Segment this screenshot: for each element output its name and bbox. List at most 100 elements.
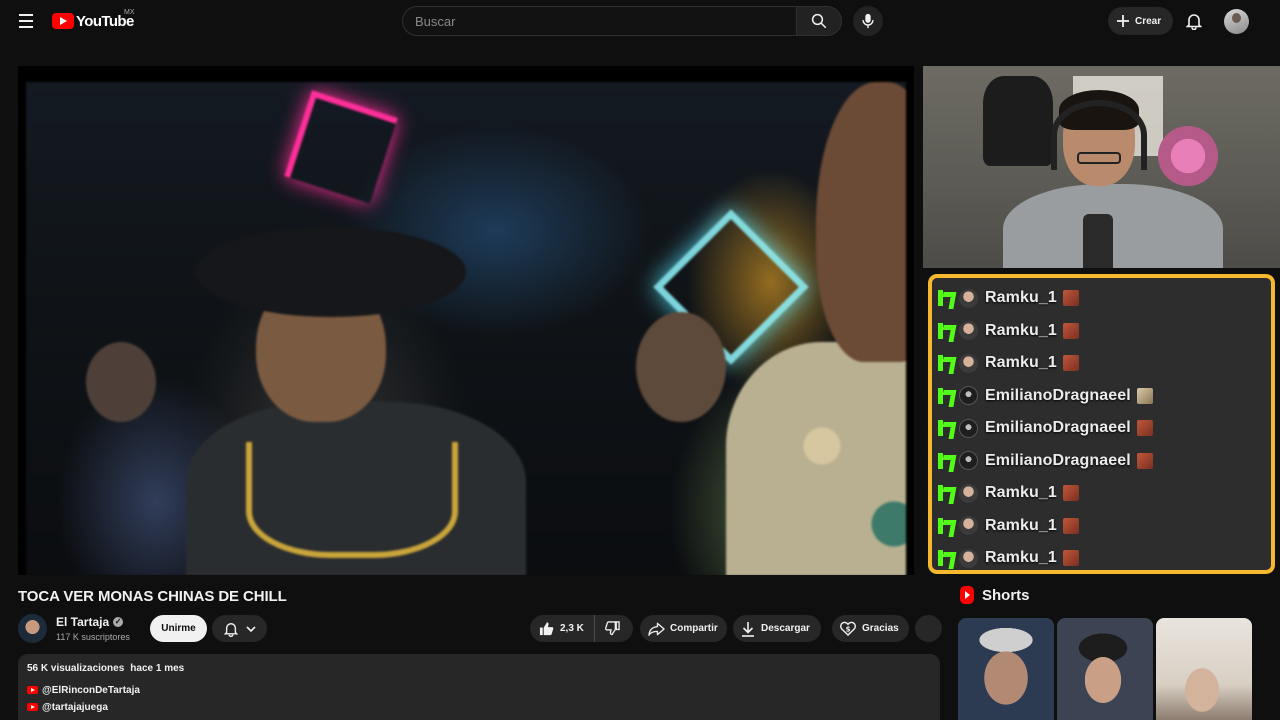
- svg-text:$: $: [846, 626, 851, 634]
- chat-overlay: Ramku_1 Ramku_1 Ramku_1 EmilianoDragnaeel Em…: [928, 274, 1275, 574]
- video-frame: [26, 82, 906, 575]
- kick-icon: [938, 452, 952, 469]
- chat-username: Ramku_1: [985, 484, 1057, 501]
- dislike-button[interactable]: [595, 615, 630, 642]
- thanks-button[interactable]: $ Gracias: [832, 615, 909, 642]
- subscriber-count: 117 K suscriptores: [56, 632, 130, 642]
- thumbs-down-icon: [604, 621, 620, 636]
- view-count: 56 K visualizaciones: [27, 663, 125, 674]
- chat-message: Ramku_1: [938, 544, 1079, 570]
- description-link[interactable]: @tartajajuega: [27, 700, 108, 714]
- pug-emote: [1136, 387, 1153, 404]
- chat-username: EmilianoDragnaeel: [985, 386, 1131, 404]
- red-emote: [1062, 517, 1079, 534]
- kick-icon: [938, 420, 952, 436]
- chat-message: EmilianoDragnaeel: [938, 414, 1153, 442]
- chat-username: Ramku_1: [985, 516, 1057, 534]
- kick-icon: [938, 485, 952, 501]
- shorts-header: Shorts: [960, 586, 1030, 604]
- youtube-mini-icon: [27, 703, 38, 711]
- chat-user-avatar: [959, 386, 978, 405]
- voice-search-button[interactable]: [853, 6, 883, 36]
- chat-username: EmilianoDragnaeel: [985, 451, 1131, 469]
- create-button[interactable]: Crear: [1108, 7, 1174, 35]
- search-bar: [402, 6, 842, 36]
- account-avatar[interactable]: [1224, 9, 1249, 34]
- chat-username: EmilianoDragnaeel: [985, 419, 1131, 436]
- chevron-down-icon: [245, 625, 256, 632]
- kick-icon: [938, 355, 952, 371]
- red-emote: [1062, 355, 1079, 371]
- chat-message: Ramku_1: [938, 317, 1079, 345]
- youtube-mini-icon: [27, 686, 38, 694]
- microphone-icon: [862, 13, 874, 29]
- description-link[interactable]: @ElRinconDeTartaja: [27, 683, 140, 697]
- download-label: Descargar: [761, 623, 810, 634]
- chat-message: Ramku_1: [938, 349, 1079, 377]
- red-emote: [1062, 290, 1079, 306]
- youtube-logo[interactable]: YouTube: [52, 11, 134, 31]
- channel-avatar[interactable]: [18, 614, 47, 643]
- red-emote: [1062, 550, 1079, 566]
- chat-message: EmilianoDragnaeel: [938, 447, 1153, 475]
- search-input[interactable]: [402, 6, 796, 36]
- chat-username: Ramku_1: [985, 321, 1057, 339]
- bell-icon: [223, 622, 238, 637]
- top-bar: YouTube MX Crear: [0, 0, 1280, 42]
- more-actions-button[interactable]: [915, 615, 942, 642]
- chat-user-avatar: [959, 483, 978, 503]
- download-icon: [742, 621, 754, 637]
- share-icon: [648, 622, 665, 636]
- verified-icon: ✓: [113, 617, 124, 627]
- streamer-webcam: [923, 66, 1280, 268]
- country-code: MX: [124, 9, 135, 16]
- red-emote: [1062, 322, 1079, 339]
- join-button[interactable]: Unirme: [150, 615, 207, 642]
- bell-icon: [1186, 14, 1202, 30]
- thumbs-up-icon: [539, 622, 554, 636]
- video-title: TOCA VER MONAS CHINAS DE CHILL: [18, 588, 287, 605]
- share-label: Compartir: [670, 623, 718, 634]
- chat-username: Ramku_1: [985, 549, 1057, 566]
- chat-message: Ramku_1: [938, 512, 1079, 540]
- subscription-notifications-button[interactable]: [212, 615, 267, 642]
- menu-icon[interactable]: [14, 10, 38, 32]
- red-emote: [1136, 452, 1153, 469]
- thanks-label: Gracias: [862, 623, 899, 634]
- upload-date: hace 1 mes: [130, 663, 185, 674]
- kick-icon: [938, 517, 952, 534]
- shorts-title: Shorts: [982, 586, 1030, 604]
- download-button[interactable]: Descargar: [733, 615, 821, 642]
- chat-user-avatar: [959, 288, 978, 308]
- kick-icon: [938, 550, 952, 566]
- kick-icon: [938, 322, 952, 339]
- chat-user-avatar: [959, 516, 978, 535]
- youtube-play-icon: [52, 13, 74, 29]
- like-button[interactable]: 2,3 K: [530, 615, 595, 642]
- chat-user-avatar: [959, 451, 978, 470]
- plus-icon: [1117, 15, 1129, 27]
- channel-handle[interactable]: @tartajajuega: [42, 702, 108, 713]
- search-button[interactable]: [796, 6, 842, 36]
- description-stats: 56 K visualizaciones hace 1 mes: [27, 663, 184, 674]
- chat-username: Ramku_1: [985, 289, 1057, 306]
- search-icon: [811, 13, 827, 29]
- chat-message: Ramku_1: [938, 284, 1079, 312]
- notifications-button[interactable]: [1182, 9, 1206, 33]
- description-box[interactable]: 56 K visualizaciones hace 1 mes @ElRinco…: [18, 654, 940, 720]
- short-thumbnail[interactable]: [1057, 618, 1153, 720]
- channel-handle[interactable]: @ElRinconDeTartaja: [42, 685, 140, 696]
- share-button[interactable]: Compartir: [640, 615, 727, 642]
- shorts-icon: [960, 586, 974, 604]
- channel-name-row[interactable]: El Tartaja ✓: [56, 615, 124, 629]
- channel-name[interactable]: El Tartaja: [56, 615, 109, 629]
- kick-icon: [938, 387, 952, 404]
- red-emote: [1062, 485, 1079, 501]
- like-dislike-group: 2,3 K: [530, 615, 633, 642]
- heart-dollar-icon: $: [840, 621, 856, 636]
- chat-user-avatar: [959, 321, 978, 340]
- short-thumbnail[interactable]: [958, 618, 1054, 720]
- short-thumbnail[interactable]: [1156, 618, 1252, 720]
- red-emote: [1136, 420, 1153, 436]
- video-player[interactable]: [18, 66, 914, 575]
